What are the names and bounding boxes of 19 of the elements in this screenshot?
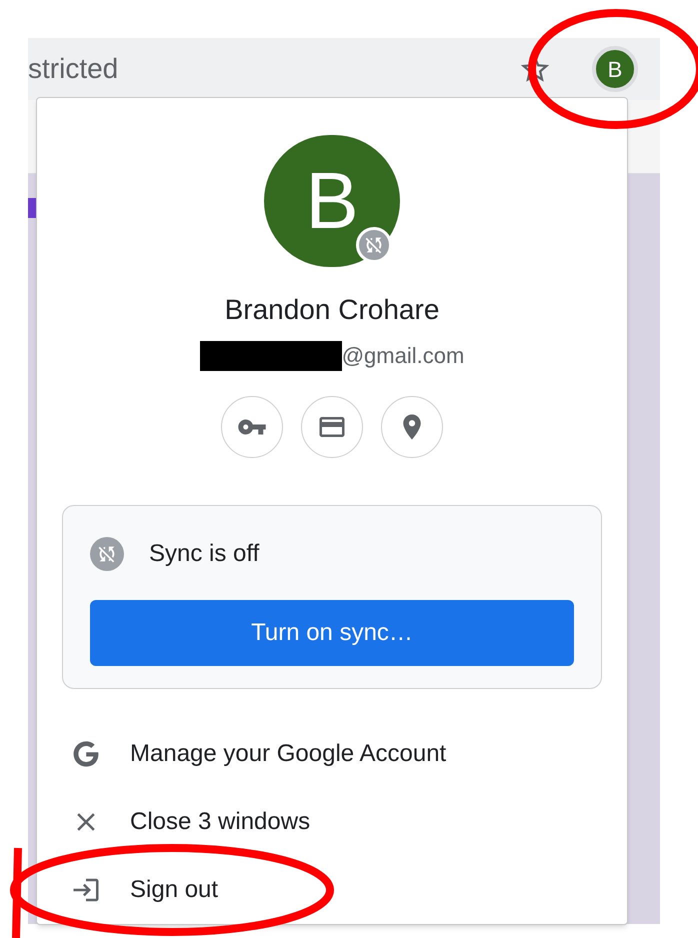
password-button[interactable] [221,396,283,458]
sync-off-icon [90,537,124,572]
menu-item-label: Manage your Google Account [130,739,446,769]
profile-name: Brandon Crohare [224,293,440,328]
menu-item[interactable]: Sign out [37,856,627,924]
menu-item-label: Close 3 windows [130,807,310,837]
turn-on-sync-button[interactable]: Turn on sync… [90,600,574,666]
payment-button[interactable] [301,396,363,458]
menu-item[interactable]: Close 3 windows [37,788,627,856]
address-button[interactable] [381,396,443,458]
google-icon [73,741,99,767]
sync-status: Sync is off [149,539,260,570]
profile-button[interactable]: B [592,46,638,92]
email-text: @gmail.com [342,342,464,370]
profile-avatar: B [264,135,400,268]
address-text: stricted [28,55,118,83]
menu-item[interactable]: Manage your Google Account [37,720,627,788]
menu-item-label: Sign out [130,875,218,905]
page-tab-marker [28,198,36,218]
